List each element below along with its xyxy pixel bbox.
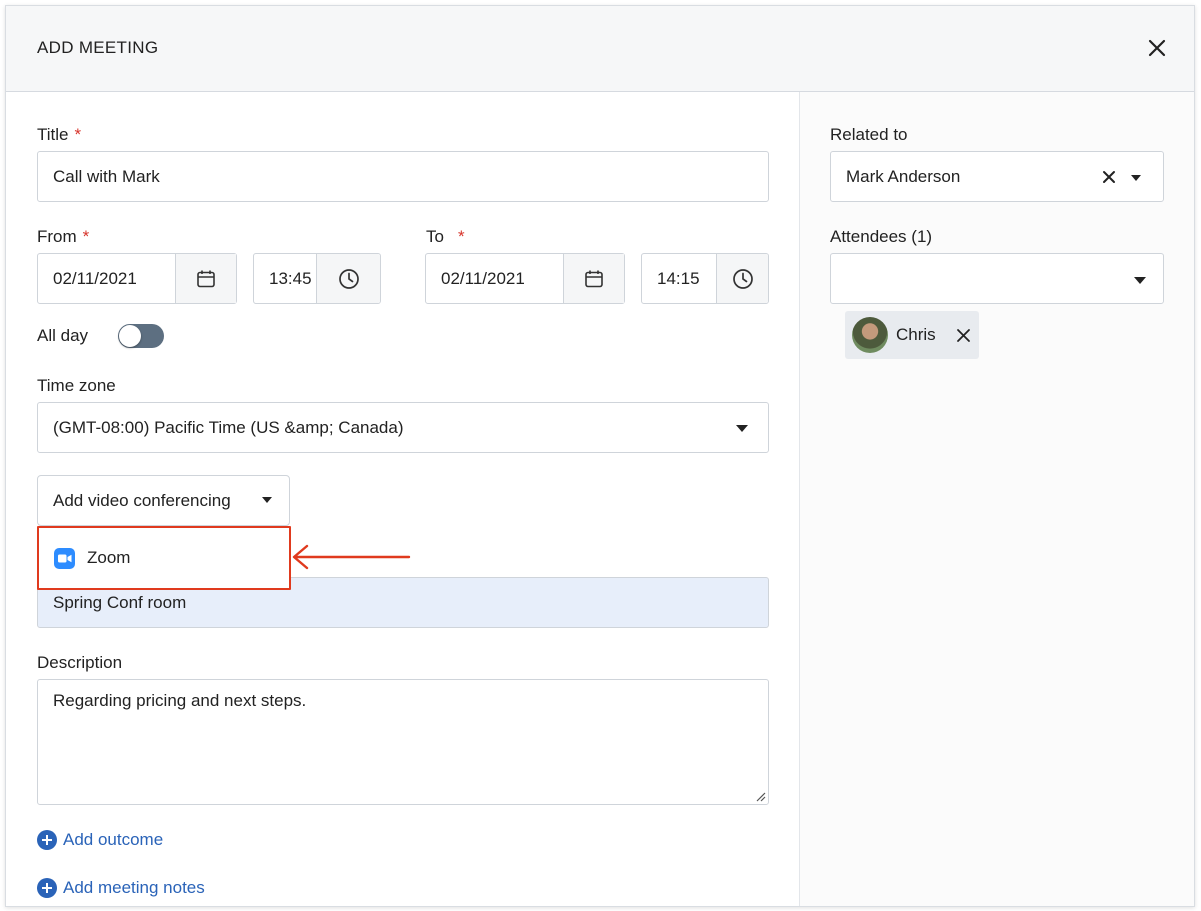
video-button-label: Add video conferencing [53, 491, 231, 510]
resize-handle-icon[interactable] [754, 790, 766, 802]
to-time-input[interactable]: 14:15 [641, 253, 769, 304]
timezone-value: (GMT-08:00) Pacific Time (US &amp; Canad… [53, 417, 404, 437]
required-mark: * [82, 227, 90, 246]
from-date-value: 02/11/2021 [53, 268, 137, 288]
caret-down-icon [1134, 277, 1146, 284]
clear-icon[interactable] [1102, 170, 1116, 184]
add-meeting-modal: ADD MEETING Title * Call with Mark From * … [5, 5, 1195, 907]
description-textarea[interactable]: Regarding pricing and next steps. [37, 679, 769, 805]
attendee-name: Chris [896, 325, 936, 344]
right-panel [799, 92, 1194, 906]
title-value: Call with Mark [53, 166, 160, 186]
required-mark: * [457, 227, 465, 246]
description-value: Regarding pricing and next steps. [53, 691, 307, 710]
caret-down-icon [262, 497, 272, 503]
location-value: Spring Conf room [53, 593, 187, 612]
from-date-input[interactable]: 02/11/2021 [37, 253, 237, 304]
from-label: From * [37, 227, 90, 246]
related-to-value: Mark Anderson [846, 166, 961, 186]
related-to-label: Related to [830, 125, 908, 144]
plus-circle-icon [37, 830, 57, 850]
modal-header: ADD MEETING [6, 6, 1194, 92]
from-time-input[interactable]: 13:45 [253, 253, 381, 304]
all-day-label: All day [37, 326, 89, 345]
add-video-conferencing-button[interactable]: Add video conferencing [37, 475, 290, 526]
required-mark: * [74, 125, 82, 144]
to-date-input[interactable]: 02/11/2021 [425, 253, 625, 304]
plus-circle-icon [37, 878, 57, 898]
modal-title: ADD MEETING [37, 38, 159, 57]
caret-down-icon [736, 425, 748, 432]
add-notes-label: Add meeting notes [63, 878, 205, 897]
toggle-knob [119, 325, 141, 347]
attendees-label: Attendees (1) [830, 227, 933, 246]
video-conferencing-menu: Zoom [37, 526, 291, 590]
title-label: Title * [37, 125, 82, 144]
description-label: Description [37, 653, 123, 672]
to-time-value: 14:15 [657, 268, 700, 288]
to-label: To * [426, 227, 465, 246]
add-outcome-link[interactable]: Add outcome [37, 830, 163, 850]
related-to-select[interactable]: Mark Anderson [830, 151, 1164, 202]
all-day-toggle[interactable] [118, 324, 164, 348]
timezone-label: Time zone [37, 376, 116, 395]
menu-item-zoom[interactable]: Zoom [39, 528, 289, 588]
menu-item-label: Zoom [87, 548, 131, 567]
calendar-icon[interactable] [563, 254, 624, 303]
calendar-icon[interactable] [175, 254, 236, 303]
attendee-chip: Chris [845, 311, 979, 359]
title-input[interactable]: Call with Mark [37, 151, 769, 202]
add-meeting-notes-link[interactable]: Add meeting notes [37, 878, 205, 898]
add-outcome-label: Add outcome [63, 830, 164, 849]
clock-icon[interactable] [316, 254, 380, 303]
zoom-icon [54, 548, 75, 569]
from-time-value: 13:45 [269, 268, 312, 288]
clock-icon[interactable] [716, 254, 768, 303]
to-date-value: 02/11/2021 [441, 268, 525, 288]
annotation-arrow-icon [292, 544, 411, 570]
caret-down-icon[interactable] [1131, 175, 1141, 181]
timezone-select[interactable]: (GMT-08:00) Pacific Time (US &amp; Canad… [37, 402, 769, 453]
remove-attendee-icon[interactable] [956, 328, 971, 343]
attendees-select[interactable] [830, 253, 1164, 304]
avatar [852, 317, 888, 353]
close-icon[interactable] [1146, 37, 1168, 59]
